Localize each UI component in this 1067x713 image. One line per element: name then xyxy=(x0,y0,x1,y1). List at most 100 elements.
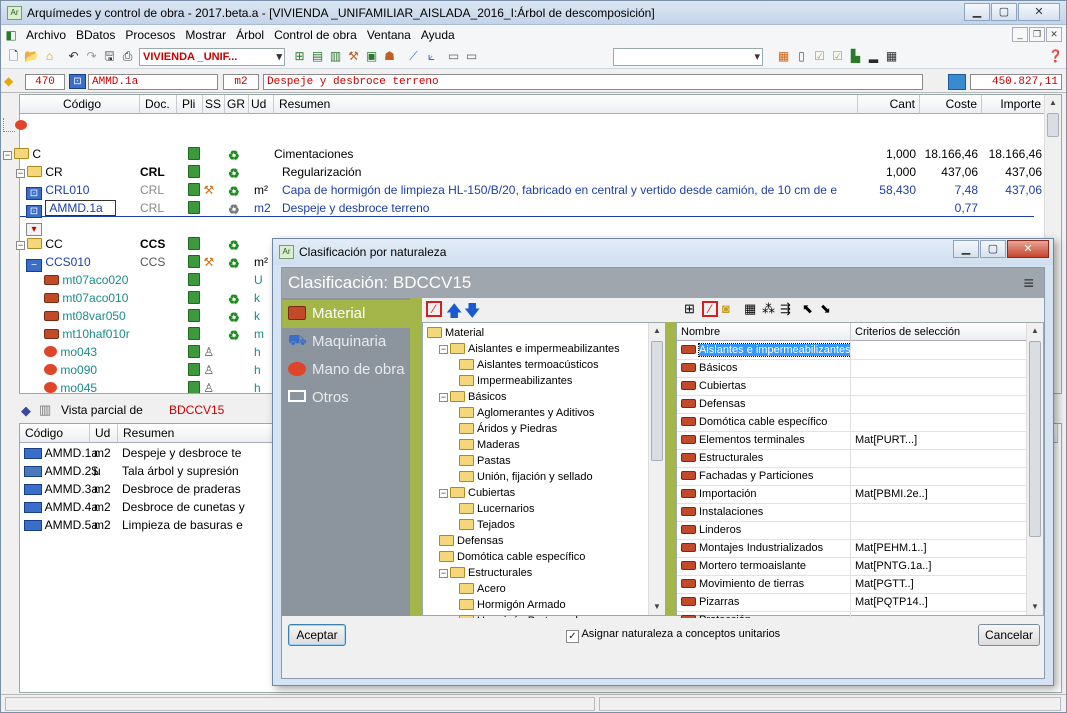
table-icon[interactable]: ▦ xyxy=(883,48,900,65)
pin-icon[interactable]: ▯ xyxy=(793,48,810,65)
grid-row[interactable]: Cubiertas xyxy=(677,378,1027,396)
grid-row[interactable]: Instalaciones xyxy=(677,504,1027,522)
save-icon[interactable]: 🖫 xyxy=(101,48,118,65)
grid-row[interactable]: Aislantes e impermeabilizantes xyxy=(677,342,1027,360)
pcol-ud[interactable]: Ud xyxy=(90,424,118,443)
grid-delete-icon[interactable]: ⁄ xyxy=(702,301,718,317)
mdi-minimize-button[interactable]: _ xyxy=(1012,27,1028,42)
col-doc[interactable]: Doc. xyxy=(140,95,177,114)
grid-criterios[interactable] xyxy=(851,378,1027,395)
doc-book-icon[interactable] xyxy=(188,237,200,250)
mdi-close-button[interactable]: ✕ xyxy=(1046,27,1062,42)
tree-node[interactable]: Material xyxy=(427,325,484,341)
grid-row[interactable]: Mortero termoaislante Mat[PNTG.1a..] xyxy=(677,558,1027,576)
grid-criterios[interactable] xyxy=(851,504,1027,521)
col-importe[interactable]: Importe xyxy=(982,95,1046,114)
tree-node[interactable]: − Básicos xyxy=(439,389,507,405)
partial-row[interactable]: AMMD.1a m2 Despeje y desbroce te xyxy=(20,444,280,462)
grid-row[interactable]: Estructurales xyxy=(677,450,1027,468)
partial-row[interactable]: AMMD.2$ u Tala árbol y supresión xyxy=(20,462,280,480)
grid-criterios[interactable] xyxy=(851,360,1027,377)
delete-icon[interactable]: ⁄ xyxy=(426,301,442,317)
doc-book-icon[interactable] xyxy=(188,147,200,160)
grid-row[interactable]: Pizarras Mat[PQTP14..] xyxy=(677,594,1027,612)
tree-node[interactable]: Aislantes termoacústicos xyxy=(459,357,599,373)
tree-node[interactable]: Aglomerantes y Aditivos xyxy=(459,405,594,421)
grid-row[interactable]: Movimiento de tierras Mat[PGTT..] xyxy=(677,576,1027,594)
add-icon[interactable]: ⊞ xyxy=(684,301,695,317)
building-icon[interactable]: ▙ xyxy=(847,48,864,65)
menu-mostrar[interactable]: Mostrar xyxy=(180,28,231,42)
tree-row[interactable]: − CCS010 CCS ⚒ ♻ m² xyxy=(20,253,280,272)
col-codigo[interactable]: Código xyxy=(20,95,140,114)
pages-icon[interactable]: ▥ xyxy=(327,48,344,65)
worker-icon[interactable]: ☗ xyxy=(381,48,398,65)
grid-criterios[interactable] xyxy=(851,342,1027,359)
doc-green-icon[interactable]: ▣ xyxy=(363,48,380,65)
col-gr[interactable]: GR xyxy=(225,95,249,114)
hamburger-menu-icon[interactable]: ≡ xyxy=(1023,268,1034,298)
tree-node[interactable]: Tejados xyxy=(459,517,515,533)
diamond-icon[interactable]: ◆ xyxy=(21,403,31,419)
grid-criterios[interactable] xyxy=(851,396,1027,413)
tree-row[interactable]: − CC CCS ♻ xyxy=(16,235,280,253)
tree-row[interactable]: mo090 ♙ h xyxy=(20,361,280,379)
grid-criterios[interactable]: Mat[PBMI.2e..] xyxy=(851,486,1027,503)
concept-code-field[interactable]: AMMD.1a xyxy=(88,74,218,90)
grid-criterios[interactable] xyxy=(851,522,1027,539)
doc-book-icon[interactable] xyxy=(188,273,200,286)
collapse-icon[interactable]: − xyxy=(16,169,25,178)
tree-row[interactable]: mt10haf010r ♻ m xyxy=(20,325,280,343)
partial-row[interactable]: AMMD.3a m2 Desbroce de praderas xyxy=(20,480,280,498)
window2-icon[interactable]: ▭ xyxy=(463,48,480,65)
doc-book-icon[interactable] xyxy=(188,327,200,340)
expand-icon[interactable]: ⬉ xyxy=(802,301,813,317)
edit-icon[interactable]: ◙ xyxy=(722,301,730,316)
doc-book-icon[interactable] xyxy=(188,201,200,214)
col-pli[interactable]: Pli xyxy=(177,95,203,114)
menu-ayuda[interactable]: Ayuda xyxy=(416,28,460,42)
tree-node[interactable]: Lucernarios xyxy=(459,501,534,517)
menu-control-obra[interactable]: Control de obra xyxy=(269,28,362,42)
tree-row[interactable]: mo043 ♙ h xyxy=(20,343,280,361)
grid-icon[interactable]: ▦ xyxy=(744,301,756,317)
row-code-editor[interactable]: AMMD.1a xyxy=(45,200,116,216)
concept-summary-field[interactable]: Despeje y desbroce terreno xyxy=(263,74,923,90)
grid-row[interactable]: Domótica cable específico xyxy=(677,414,1027,432)
check-icon[interactable]: ☑ xyxy=(811,48,828,65)
collapse-icon[interactable]: − xyxy=(439,393,448,402)
menu-ventana[interactable]: Ventana xyxy=(362,28,416,42)
tree-row[interactable]: ⊡ CRL010 CRL ⚒ ♻ m² Capa de hormigón de … xyxy=(20,181,1046,200)
minimize-button[interactable]: ▁ xyxy=(964,3,990,21)
assign-checkbox-row[interactable]: ✓ Asignar naturaleza a conceptos unitari… xyxy=(566,628,780,643)
bar-icon[interactable]: ▂ xyxy=(865,48,882,65)
category-mano-de-obra[interactable]: Mano de obra xyxy=(282,356,410,384)
grid-row[interactable]: Básicos xyxy=(677,360,1027,378)
category-material[interactable]: Material xyxy=(282,300,410,328)
grid-criterios[interactable]: Mat[PEHM.1..] xyxy=(851,540,1027,557)
tree-node[interactable]: Maderas xyxy=(459,437,520,453)
print-icon[interactable]: ⎙ xyxy=(119,48,136,65)
undo-icon[interactable]: ↶ xyxy=(65,48,82,65)
tree-node[interactable]: − Aislantes e impermeabilizantes xyxy=(439,341,620,357)
menu-bdatos[interactable]: BDatos xyxy=(71,28,120,42)
nature-tree-scrollbar[interactable]: ▲ ▼ xyxy=(648,323,665,615)
collapse-icon[interactable]: − xyxy=(439,569,448,578)
pcol-codigo[interactable]: Código xyxy=(20,424,90,443)
grid-row[interactable]: Elementos terminales Mat[PURT...] xyxy=(677,432,1027,450)
grid-row[interactable]: Montajes Industrializados Mat[PEHM.1..] xyxy=(677,540,1027,558)
open-recent-icon[interactable]: ⌂ xyxy=(41,48,58,65)
col-ss[interactable]: SS xyxy=(203,95,225,114)
mdi-restore-button[interactable]: ❐ xyxy=(1029,27,1045,42)
menu-procesos[interactable]: Procesos xyxy=(120,28,180,42)
tree-node[interactable]: Defensas xyxy=(439,533,503,549)
grid-scrollbar[interactable]: ▲ ▼ xyxy=(1026,323,1043,615)
bdata-icon[interactable]: ▥ xyxy=(39,402,51,418)
grid-criterios[interactable]: Mat[PQTP14..] xyxy=(851,594,1027,611)
dialog-close-button[interactable]: ✕ xyxy=(1007,240,1049,258)
tools-icon[interactable]: ⚒ xyxy=(345,48,362,65)
tree-node[interactable]: − Estructurales xyxy=(439,565,532,581)
assign-checkbox[interactable]: ✓ xyxy=(566,630,579,643)
collapse-icon[interactable]: − xyxy=(439,489,448,498)
col-cant[interactable]: Cant xyxy=(858,95,920,114)
